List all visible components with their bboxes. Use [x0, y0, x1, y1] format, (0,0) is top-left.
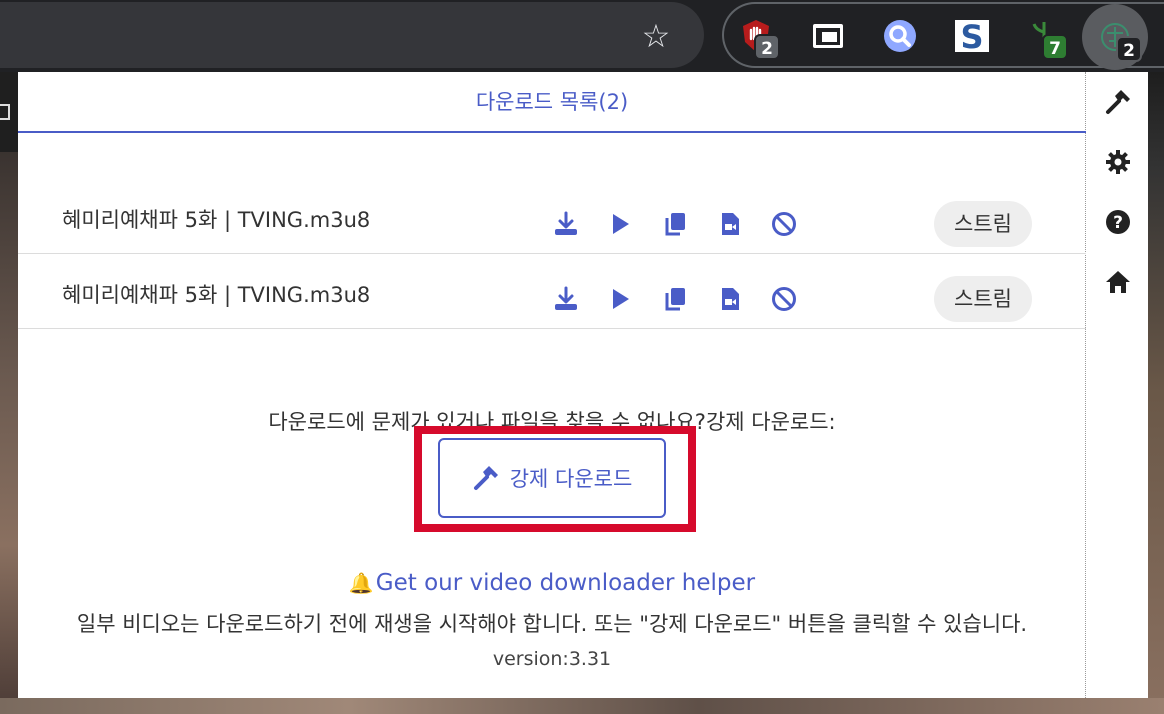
picture-in-picture-icon[interactable] [810, 18, 846, 54]
video-file-icon[interactable] [716, 285, 744, 313]
version-label: version:3.31 [492, 648, 612, 670]
download-icon[interactable] [552, 285, 580, 313]
plant-extension-badge: 7 [1042, 34, 1068, 60]
block-icon[interactable] [770, 285, 798, 313]
downloader-popup: 다운로드 목록(2) 혜미리예채파 5화 | TVING.m3u8 스트림 혜미 [18, 72, 1148, 698]
video-background [0, 152, 18, 714]
search-lens-icon[interactable] [882, 18, 918, 54]
download-list-title: 다운로드 목록(2) [18, 72, 1086, 133]
help-icon[interactable]: ? [1104, 208, 1132, 236]
download-filename: 혜미리예채파 5화 | TVING.m3u8 [62, 283, 371, 307]
play-icon[interactable] [606, 285, 634, 313]
force-download-label: 강제 다운로드 [509, 467, 633, 491]
download-row: 혜미리예채파 5화 | TVING.m3u8 스트림 [18, 255, 1086, 329]
stream-button[interactable]: 스트림 [934, 276, 1032, 322]
page-partial-icon [0, 104, 10, 120]
download-row: 혜미리예채파 5화 | TVING.m3u8 스트림 [18, 180, 1086, 254]
copy-icon[interactable] [661, 285, 689, 313]
copy-icon[interactable] [661, 210, 689, 238]
home-icon[interactable] [1104, 268, 1132, 296]
address-bar[interactable] [0, 2, 704, 68]
hammer-icon [473, 466, 498, 490]
stream-button[interactable]: 스트림 [934, 201, 1032, 247]
browser-toolbar: ☆ 2 S 7 2 [0, 0, 1164, 72]
force-download-prompt: 다운로드에 문제가 있거나 파일을 찾을 수 없나요?강제 다운로드: [268, 410, 836, 434]
svg-text:?: ? [1113, 213, 1123, 233]
helper-link[interactable]: Get our video downloader helper [376, 570, 755, 596]
popup-main-panel: 다운로드 목록(2) 혜미리예채파 5화 | TVING.m3u8 스트림 혜미 [18, 72, 1086, 698]
s-extension-icon[interactable]: S [954, 18, 990, 56]
download-filename: 혜미리예채파 5화 | TVING.m3u8 [62, 208, 371, 232]
svg-text:S: S [960, 18, 983, 54]
ublock-icon[interactable]: 2 [738, 18, 780, 60]
play-icon[interactable] [606, 210, 634, 238]
video-file-icon[interactable] [716, 210, 744, 238]
bell-icon: 🔔 [348, 571, 374, 595]
page-background-bottom [0, 698, 1164, 714]
download-icon[interactable] [552, 210, 580, 238]
ublock-badge: 2 [754, 34, 780, 60]
plant-extension-icon[interactable]: 7 [1026, 18, 1068, 60]
video-downloader-badge: 2 [1116, 36, 1142, 62]
force-download-button[interactable]: 강제 다운로드 [438, 438, 666, 518]
gear-icon[interactable] [1104, 148, 1132, 176]
helper-link-row[interactable]: 🔔Get our video downloader helper [18, 570, 1086, 596]
page-background-left [0, 72, 18, 714]
page-background-right [1148, 72, 1164, 714]
block-icon[interactable] [770, 210, 798, 238]
bookmark-star-icon[interactable]: ☆ [638, 18, 674, 54]
video-downloader-button[interactable]: 2 [1082, 4, 1148, 70]
play-first-note: 일부 비디오는 다운로드하기 전에 재생을 시작해야 합니다. 또는 "강제 다… [76, 612, 1028, 636]
hammer-icon[interactable] [1104, 88, 1132, 116]
